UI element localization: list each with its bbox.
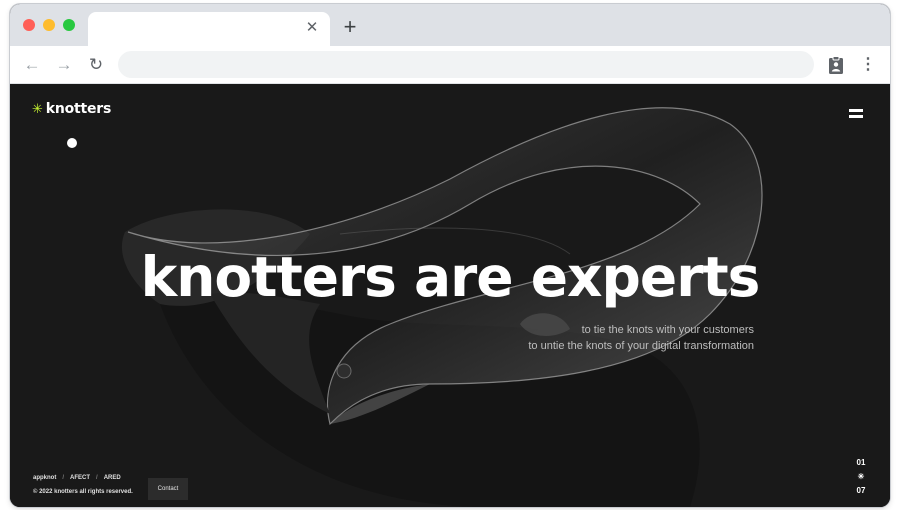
asterisk-logo-icon: ✳ <box>32 101 43 117</box>
copyright-text: © 2022 knotters all rights reserved. <box>33 489 133 495</box>
pager-current: 01 <box>856 458 866 467</box>
custom-cursor-dot <box>67 138 77 148</box>
footer-divider: / <box>96 475 98 481</box>
back-arrow-icon[interactable]: ← <box>22 55 42 75</box>
footer-link-appknot[interactable]: appknot <box>33 475 56 481</box>
browser-toolbar: ← → ↻ ⋮ <box>10 46 890 84</box>
hero-subline-1: to tie the knots with your customers <box>581 324 754 336</box>
forward-arrow-icon[interactable]: → <box>54 55 74 75</box>
hero-subline-2: to untie the knots of your digital trans… <box>528 340 754 352</box>
hamburger-menu-icon[interactable] <box>849 109 863 121</box>
section-pager: 01 ✳ 07 <box>851 456 871 498</box>
plus-icon[interactable]: + <box>340 16 360 38</box>
kebab-menu-icon[interactable]: ⋮ <box>858 55 878 75</box>
clipboard-extension-icon[interactable] <box>826 55 846 75</box>
footer-link-ared[interactable]: ARED <box>104 475 121 481</box>
footer-links: appknot / AFECT / ARED <box>33 475 121 481</box>
pager-asterisk-icon: ✳ <box>857 472 865 481</box>
site-logo[interactable]: ✳ knotters <box>32 101 111 117</box>
maximize-window-button[interactable] <box>63 19 75 31</box>
close-icon[interactable]: ✕ <box>304 20 320 36</box>
hero-headline: knotters are experts <box>140 245 761 309</box>
reload-icon[interactable]: ↻ <box>86 55 106 75</box>
footer-divider: / <box>62 475 65 481</box>
close-window-button[interactable] <box>23 19 35 31</box>
tab-strip: ✕ + <box>10 4 890 46</box>
minimize-window-button[interactable] <box>43 19 55 31</box>
browser-window: ✕ + ← → ↻ ⋮ ✳ knotters knotters are expe… <box>10 4 890 507</box>
address-bar[interactable] <box>118 51 814 78</box>
contact-button[interactable]: Contact <box>148 478 188 500</box>
pager-total: 07 <box>856 486 866 495</box>
active-tab[interactable]: ✕ <box>88 12 330 46</box>
footer-link-afect[interactable]: AFECT <box>70 475 90 481</box>
page-viewport: ✳ knotters knotters are experts to tie t… <box>10 84 890 507</box>
logo-text: knotters <box>45 101 112 117</box>
